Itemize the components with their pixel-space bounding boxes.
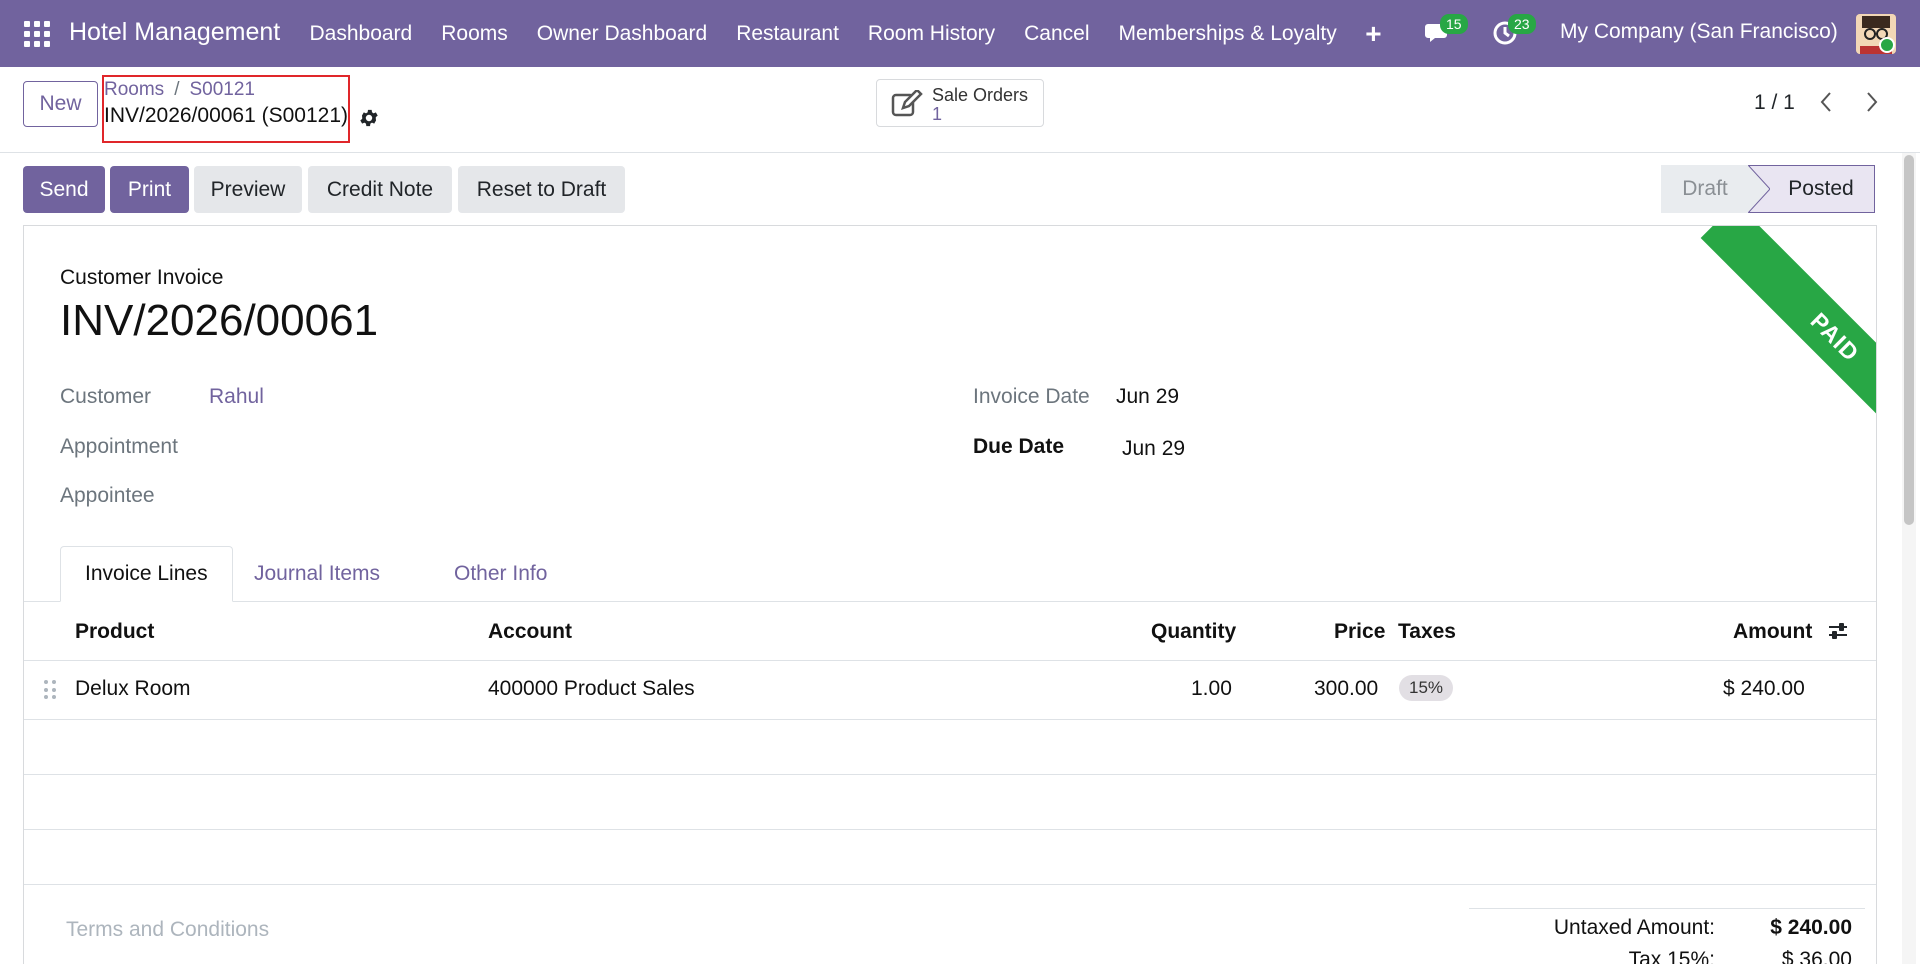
row-divider [24, 774, 1876, 775]
paid-ribbon: PAID [1660, 226, 1876, 466]
chevron-left-icon[interactable] [1816, 87, 1836, 117]
send-button[interactable]: Send [23, 166, 105, 213]
pager-value[interactable]: 1 / 1 [1754, 91, 1795, 115]
column-settings-icon[interactable] [1826, 619, 1850, 643]
due-date-field[interactable]: Jun 29 [1122, 437, 1185, 461]
app-brand[interactable]: Hotel Management [69, 18, 280, 47]
credit-note-button[interactable]: Credit Note [308, 166, 452, 213]
online-status-dot [1879, 37, 1895, 53]
edit-icon [891, 90, 923, 117]
terms-and-conditions-field[interactable]: Terms and Conditions [66, 918, 269, 942]
main-menu: Dashboard Rooms Owner Dashboard Restaura… [295, 0, 1396, 67]
column-header-account[interactable]: Account [488, 620, 572, 644]
smart-button-count: 1 [932, 104, 943, 124]
chevron-right-icon[interactable] [1862, 87, 1882, 117]
line-quantity[interactable]: 1.00 [1191, 677, 1232, 701]
line-amount: $ 240.00 [1723, 677, 1805, 700]
status-arrow-icon [1748, 165, 1770, 213]
totals-divider [1469, 908, 1865, 909]
breadcrumb-separator: / [174, 79, 180, 100]
messages-count-badge: 15 [1440, 14, 1468, 34]
appointee-field[interactable] [209, 484, 709, 510]
reset-to-draft-button[interactable]: Reset to Draft [458, 166, 625, 213]
preview-button[interactable]: Preview [194, 166, 302, 213]
header-divider [24, 660, 1876, 661]
invoice-date-label: Invoice Date [973, 385, 1090, 408]
record-title: INV/2026/00061 (S00121) [104, 104, 349, 127]
status-draft[interactable]: Draft [1661, 165, 1749, 213]
form-sheet: PAID Customer Invoice INV/2026/00061 Cus… [23, 225, 1877, 964]
appointee-label: Appointee [60, 484, 155, 507]
scrollbar-thumb[interactable] [1904, 155, 1914, 525]
tax-label: Tax 15%: [1628, 948, 1715, 964]
line-product[interactable]: Delux Room [75, 677, 191, 701]
menu-owner-dashboard[interactable]: Owner Dashboard [522, 22, 721, 46]
messages-icon[interactable]: 15 [1424, 14, 1468, 48]
line-price[interactable]: 300.00 [1314, 677, 1378, 701]
column-header-product[interactable]: Product [75, 620, 154, 644]
gear-icon[interactable] [358, 107, 380, 129]
tab-journal-items[interactable]: Journal Items [230, 546, 404, 602]
notebook-tabs: Invoice Lines Journal Items Other Info [24, 546, 1876, 602]
menu-room-history[interactable]: Room History [853, 22, 1009, 46]
menu-restaurant[interactable]: Restaurant [722, 22, 854, 46]
column-header-amount[interactable]: Amount [1733, 620, 1812, 644]
row-divider [24, 829, 1876, 830]
top-navbar: Hotel Management Dashboard Rooms Owner D… [0, 0, 1920, 67]
breadcrumb-sale-order[interactable]: S00121 [189, 79, 255, 100]
tax-value: $ 36.00 [1781, 948, 1852, 964]
paid-ribbon-text: PAID [1700, 226, 1876, 466]
menu-dashboard[interactable]: Dashboard [295, 22, 427, 46]
untaxed-amount-value: $ 240.00 [1770, 916, 1852, 939]
menu-rooms[interactable]: Rooms [427, 22, 523, 46]
new-button[interactable]: New [23, 81, 98, 127]
tab-other-info[interactable]: Other Info [430, 546, 571, 602]
due-date-label: Due Date [973, 435, 1065, 458]
company-switcher[interactable]: My Company (San Francisco) [1560, 20, 1838, 44]
appointment-label: Appointment [60, 435, 178, 458]
tax-tag[interactable]: 15% [1399, 675, 1454, 701]
appointment-field[interactable] [209, 435, 709, 461]
breadcrumb-rooms[interactable]: Rooms [104, 79, 164, 100]
smart-button-label: Sale Orders [932, 85, 1029, 105]
column-header-taxes[interactable]: Taxes [1398, 620, 1456, 644]
drag-handle-icon[interactable] [44, 680, 56, 700]
activities-icon[interactable]: 23 [1492, 14, 1536, 48]
add-menu-icon[interactable]: + [1351, 18, 1395, 50]
sale-orders-smart-button[interactable]: Sale Orders 1 [876, 79, 1044, 127]
invoice-number: INV/2026/00061 [60, 296, 379, 345]
control-panel: New Rooms / S00121 INV/2026/00061 (S00121)… [0, 67, 1920, 153]
row-divider [24, 884, 1876, 885]
column-header-price[interactable]: Price [1334, 620, 1385, 644]
print-button[interactable]: Print [110, 166, 189, 213]
tab-invoice-lines[interactable]: Invoice Lines [60, 546, 233, 602]
menu-memberships-loyalty[interactable]: Memberships & Loyalty [1104, 22, 1351, 46]
line-account[interactable]: 400000 Product Sales [488, 677, 695, 701]
menu-cancel[interactable]: Cancel [1010, 22, 1104, 46]
customer-field[interactable]: Rahul [209, 385, 264, 409]
customer-label: Customer [60, 385, 152, 408]
invoice-date-field[interactable]: Jun 29 [1116, 385, 1179, 409]
untaxed-amount-label: Untaxed Amount: [1553, 916, 1715, 939]
document-type: Customer Invoice [60, 266, 224, 289]
activities-count-badge: 23 [1508, 14, 1536, 34]
column-header-quantity[interactable]: Quantity [1151, 620, 1236, 644]
apps-menu-icon[interactable] [24, 21, 50, 47]
row-divider [24, 719, 1876, 720]
breadcrumb: Rooms / S00121 [104, 79, 255, 101]
